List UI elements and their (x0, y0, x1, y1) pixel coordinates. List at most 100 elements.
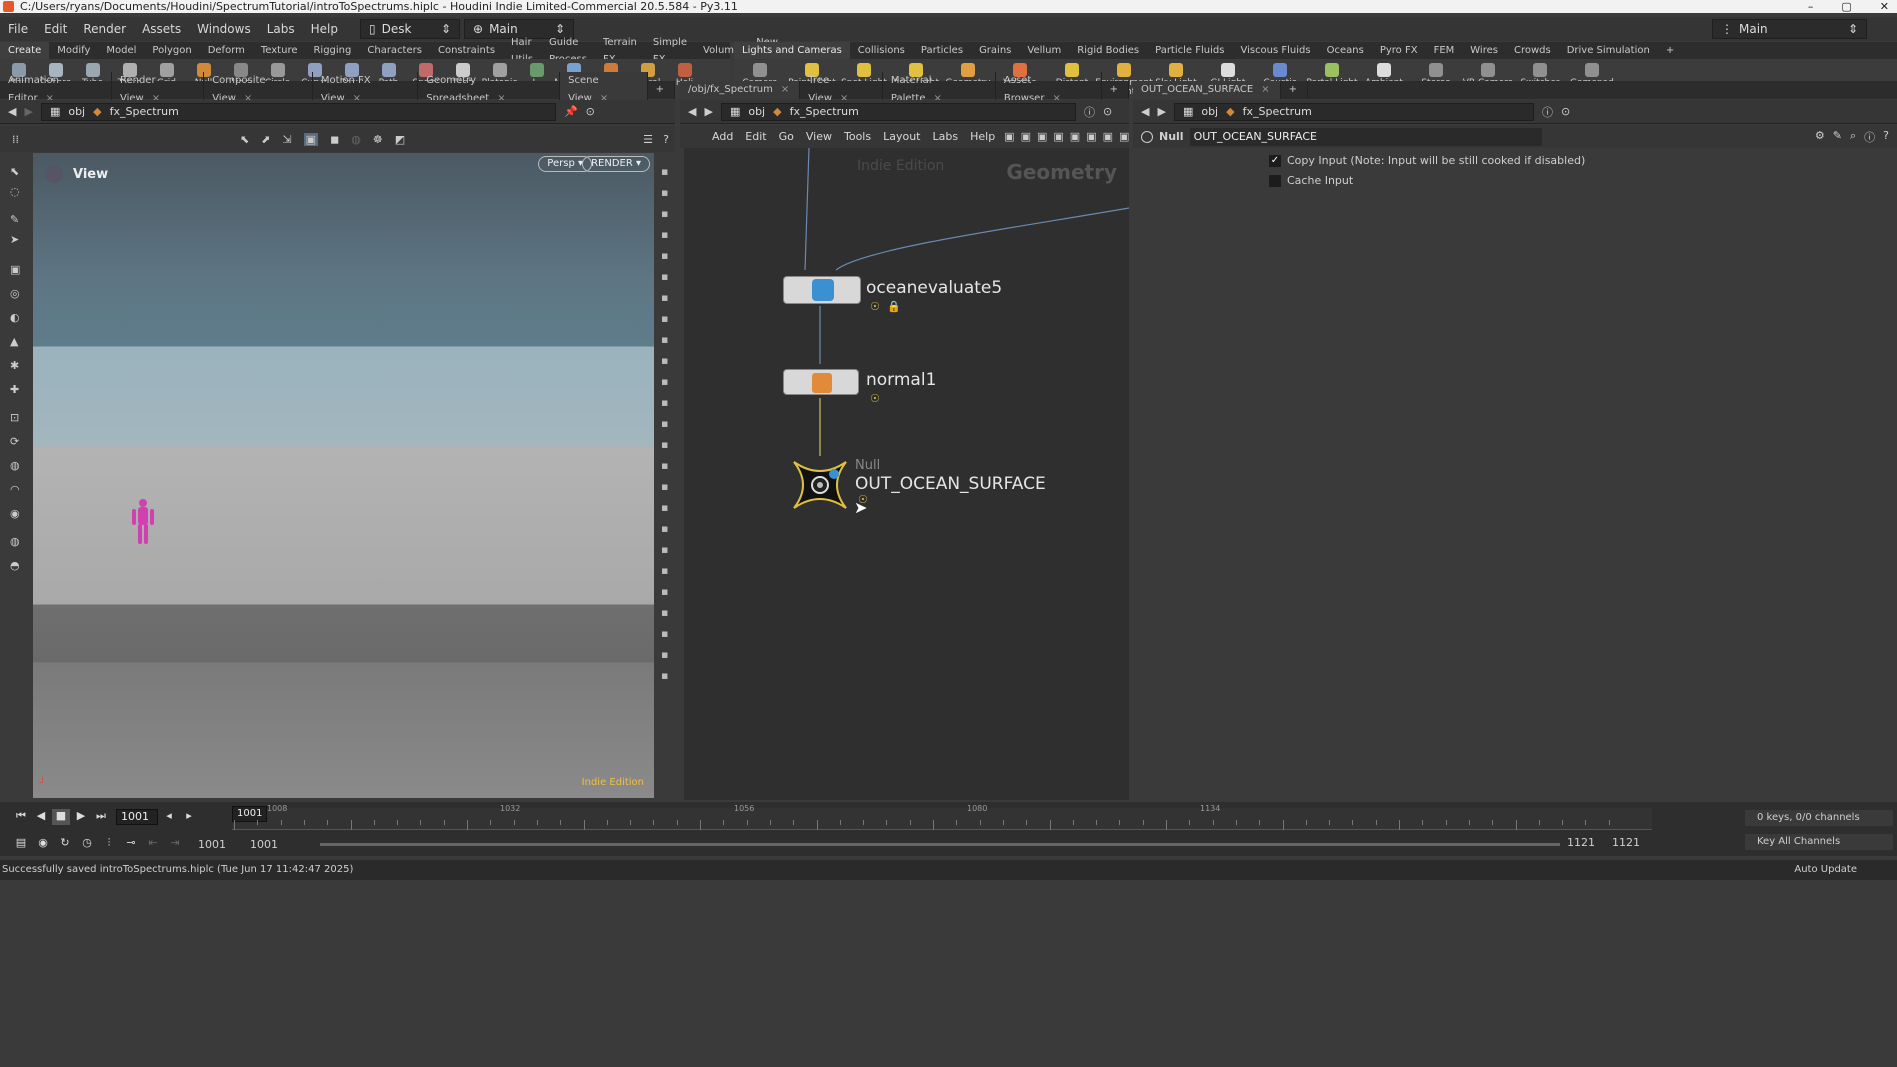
network-editor[interactable]: Indie Edition Geometry oceanevaluate5 ☉ … (684, 148, 1129, 800)
shelf-tab-rigging[interactable]: Rigging (305, 42, 359, 59)
back-arrow-icon[interactable]: ◀ (8, 105, 16, 118)
select-groups-icon[interactable]: ◍ (351, 133, 361, 146)
close-tab-icon[interactable]: × (1261, 84, 1269, 95)
forward-arrow-icon[interactable]: ▶ (1157, 105, 1165, 118)
display-option-20-icon[interactable]: ▪ (661, 564, 668, 577)
snapping-icon[interactable]: ☸ (373, 133, 383, 146)
render-menu[interactable]: RENDER ▾ (582, 156, 650, 172)
menu-file[interactable]: File (0, 17, 36, 41)
shelf-tab-create[interactable]: Create (0, 42, 50, 59)
image-icon[interactable]: ▣ (1119, 130, 1129, 143)
menu-windows[interactable]: Windows (189, 17, 259, 41)
display-option-10-icon[interactable]: ▪ (661, 354, 668, 367)
right-path-field[interactable]: ▦ obj ◆ fx_Spectrum (1173, 102, 1534, 121)
timeline-track[interactable]: 1001 1008 1032 1056 1080 1134 (232, 804, 1652, 830)
net-menu-layout[interactable]: Layout (877, 125, 926, 149)
shelf-tab-collisions[interactable]: Collisions (850, 42, 913, 59)
range-start2-field[interactable]: 1001 (250, 838, 278, 851)
display-options-icon[interactable]: ☰ (643, 133, 653, 146)
display-option-5-icon[interactable]: ▪ (661, 249, 668, 262)
jump-start-icon[interactable]: ⏮ (12, 809, 30, 825)
back-arrow-icon[interactable]: ◀ (688, 105, 696, 118)
auto-update-menu[interactable]: Auto Update (1794, 860, 1857, 880)
param-node-name-field[interactable]: OUT_OCEAN_SURFACE (1189, 127, 1542, 146)
cache-input-checkbox[interactable] (1269, 174, 1281, 187)
display-option-23-icon[interactable]: ▪ (661, 627, 668, 640)
display-option-15-icon[interactable]: ▪ (661, 459, 668, 472)
net-menu-tools[interactable]: Tools (838, 125, 877, 149)
layout-icon[interactable]: ▣ (1086, 130, 1096, 143)
shelf-tab-constraints[interactable]: Constraints (430, 42, 503, 59)
lock-icon[interactable]: ▣ (10, 263, 20, 276)
note-icon[interactable]: ▣ (1103, 130, 1113, 143)
display-option-13-icon[interactable]: ▪ (661, 417, 668, 430)
help-icon[interactable]: ? (1883, 129, 1889, 145)
maximize-icon[interactable]: ▢ (1841, 0, 1851, 13)
list-icon[interactable]: ▣ (1037, 130, 1047, 143)
keys-icon[interactable]: ⫶ (100, 836, 118, 852)
help-icon[interactable]: ? (663, 133, 669, 146)
lasso-icon[interactable]: ◌ (10, 185, 20, 198)
display-option-25-icon[interactable]: ▪ (661, 669, 668, 682)
add-tab-icon[interactable]: + (648, 81, 675, 99)
net-menu-go[interactable]: Go (773, 125, 800, 149)
select-icon[interactable]: ⬉ (10, 165, 19, 178)
prev-key-icon[interactable]: ⇤ (144, 836, 162, 852)
grid-snap-icon[interactable]: ⁞⁞ (12, 133, 19, 146)
select-edges-icon[interactable]: ⇲ (282, 133, 291, 146)
node-normal1[interactable] (783, 369, 859, 395)
display-option-19-icon[interactable]: ▪ (661, 543, 668, 556)
select-mode-icon[interactable]: ⬉ (240, 133, 249, 146)
link-icon[interactable]: ⊙ (586, 105, 595, 118)
shelf-tab-oceans[interactable]: Oceans (1319, 42, 1372, 59)
search-icon[interactable]: ⌕ (1850, 129, 1856, 145)
select-primitives-icon[interactable]: ◼ (330, 133, 339, 146)
net-menu-labs[interactable]: Labs (927, 125, 965, 149)
camera-icon[interactable]: ◩ (395, 133, 405, 146)
display-option-9-icon[interactable]: ▪ (661, 333, 668, 346)
display-option-21-icon[interactable]: ▪ (661, 585, 668, 598)
link-icon[interactable]: ⊙ (1561, 105, 1570, 118)
display-option-24-icon[interactable]: ▪ (661, 648, 668, 661)
mid-path-field[interactable]: ▦ obj ◆ fx_Spectrum (720, 102, 1076, 121)
display-option-1-icon[interactable]: ▪ (661, 165, 668, 178)
link-icon[interactable]: ⊙ (1103, 105, 1112, 118)
close-tab-icon[interactable]: × (781, 84, 789, 95)
step-forward-icon[interactable]: ▸ (180, 809, 198, 825)
close-icon[interactable]: ✕ (1880, 0, 1889, 13)
net-menu-edit[interactable]: Edit (739, 125, 772, 149)
display-option-8-icon[interactable]: ▪ (661, 312, 668, 325)
display-option-16-icon[interactable]: ▪ (661, 480, 668, 493)
node-oceanevaluate5[interactable] (783, 276, 861, 304)
desk-selector[interactable]: ▯ Desk ⇕ (360, 19, 460, 39)
info-icon[interactable]: ⓘ (1084, 104, 1095, 120)
info-icon[interactable]: ⓘ (1542, 104, 1553, 120)
range-slider[interactable] (320, 843, 1560, 846)
jump-end-icon[interactable]: ⏭ (92, 809, 110, 825)
copy-input-checkbox[interactable]: ✓ (1269, 154, 1281, 167)
scene-viewport[interactable]: View Persp ▾ RENDER ▾ Indie Edition ⅃ (33, 153, 654, 798)
timeline-cursor[interactable]: 1001 (232, 806, 268, 822)
view-tool-icon[interactable]: ◉ (10, 507, 20, 520)
next-key-icon[interactable]: ⇥ (166, 836, 184, 852)
audio-icon[interactable]: ▤ (12, 836, 30, 852)
net-menu-add[interactable]: Add (706, 125, 739, 149)
shelf-tab-grains[interactable]: Grains (971, 42, 1019, 59)
magnet-icon[interactable]: ◎ (10, 287, 20, 300)
scale-icon[interactable]: ◍ (10, 459, 20, 472)
rotate-icon[interactable]: ⟳ (10, 435, 19, 448)
shelf-tab-texture[interactable]: Texture (253, 42, 306, 59)
pose-icon[interactable]: ✱ (10, 359, 19, 372)
add-tab-icon[interactable]: + (1658, 42, 1682, 59)
display-option-12-icon[interactable]: ▪ (661, 396, 668, 409)
shelf-tab-polygon[interactable]: Polygon (144, 42, 199, 59)
transform-icon[interactable]: ⊡ (10, 411, 19, 424)
handle-icon[interactable]: ✚ (10, 383, 19, 396)
shelf-tab-viscous-fluids[interactable]: Viscous Fluids (1232, 42, 1318, 59)
pointer-icon[interactable]: ➤ (10, 233, 19, 246)
shelf-tab-particles[interactable]: Particles (913, 42, 971, 59)
camera-tool-icon[interactable]: ◍ (10, 535, 20, 548)
shelf-tab-particle-fluids[interactable]: Particle Fluids (1147, 42, 1232, 59)
back-arrow-icon[interactable]: ◀ (1141, 105, 1149, 118)
grid-icon[interactable]: ▣ (1053, 130, 1063, 143)
